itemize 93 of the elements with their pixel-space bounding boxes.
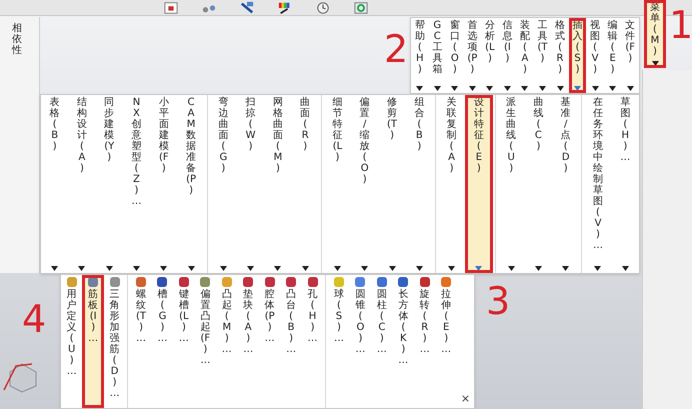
step-number: 4 (22, 300, 46, 338)
caret-icon (416, 266, 423, 271)
caret-icon (538, 86, 546, 91)
caret-icon (247, 266, 254, 271)
menu-item[interactable]: 文件(F) (621, 18, 639, 93)
caret-icon (592, 86, 599, 91)
caret-icon (626, 86, 634, 91)
caret-icon (78, 266, 86, 271)
menu-item[interactable]: 基准/点(D) (552, 95, 580, 273)
caret-icon (574, 86, 582, 91)
menu-item[interactable]: 关联复制(A) (438, 95, 466, 273)
caret-icon (188, 266, 195, 271)
menu-item[interactable]: 细节特征(L) (324, 95, 352, 273)
caret-icon (302, 266, 309, 271)
menu-item[interactable]: 网格曲面(M) (264, 95, 292, 273)
step-number: 2 (384, 30, 408, 68)
menu-item[interactable]: 槽(G)… (152, 275, 174, 408)
caret-icon (334, 266, 341, 271)
menu-item[interactable]: 筋板(I)… (82, 275, 104, 408)
menu-item[interactable]: 键槽(L)… (173, 275, 195, 408)
menu-item[interactable]: 凸起(M)… (216, 275, 238, 408)
menu-item[interactable]: 工具(T) (534, 18, 552, 93)
highlight-frame (644, 0, 666, 68)
menu-item[interactable]: GC工具箱 (428, 18, 446, 93)
menu-item[interactable]: 首选项(P) (464, 18, 482, 93)
step-number: 3 (486, 282, 510, 320)
caret-icon (434, 86, 441, 91)
menu-item[interactable]: 凸台(B)… (280, 275, 302, 408)
menu-item[interactable]: 腔体(P)… (258, 275, 280, 408)
menu-item[interactable]: 曲线(C) (524, 95, 552, 273)
caret-icon (486, 86, 494, 91)
menu-item[interactable]: 拉伸(E)… (435, 275, 457, 408)
menu-item[interactable]: 三角形加强筋(D)… (104, 275, 126, 408)
menu-item[interactable]: 草图(H)… (612, 95, 639, 273)
menu-item[interactable]: 结构设计(A) (68, 95, 96, 273)
menu-item[interactable]: 偏置凸起(F)… (194, 275, 216, 408)
caret-icon (534, 266, 542, 271)
window-icon[interactable] (162, 0, 180, 14)
caret-icon (51, 266, 58, 271)
close-button[interactable]: × (460, 393, 470, 404)
menu-item[interactable]: 帮助(H) (411, 18, 429, 93)
menu-item[interactable]: 垫块(A)… (238, 275, 259, 408)
menu-item[interactable]: 扫掠(W) (236, 95, 264, 273)
caret-icon (475, 266, 482, 271)
navigator-tab[interactable]: 相依性 (12, 23, 22, 56)
menu-item[interactable]: 组合(B) (406, 95, 433, 273)
menu-item[interactable]: 修剪(T) (378, 95, 406, 273)
menu-item[interactable]: 圆锥(O)… (350, 275, 372, 408)
menu-item[interactable]: 同步建模(Y) (96, 95, 123, 273)
menu-item[interactable]: 分析(L) (481, 18, 499, 93)
menu-item[interactable]: 编辑(E) (604, 18, 622, 93)
menu-item[interactable]: 装配(A) (516, 18, 534, 93)
menu-item[interactable]: 螺纹(T)… (130, 275, 152, 408)
caret-icon (451, 86, 458, 91)
caret-icon (106, 266, 113, 271)
menu-item[interactable]: 圆柱(C)… (371, 275, 393, 408)
menu-item[interactable]: 窗口(O) (446, 18, 464, 93)
menu-item[interactable]: 派生曲线(U) (498, 95, 525, 273)
caret-icon (521, 86, 528, 91)
caret-icon (448, 266, 456, 271)
menu-item[interactable]: 格式(R) (551, 18, 569, 93)
menu-item[interactable]: 孔(H)… (302, 275, 324, 408)
menu-item[interactable]: 弯边曲面(G) (210, 95, 237, 273)
menu-item[interactable]: 长方体(K)… (392, 275, 414, 408)
menu-item[interactable]: 旋转(R)… (414, 275, 436, 408)
menu-item[interactable]: 偏置/缩放(O) (351, 95, 378, 273)
caret-icon (622, 266, 629, 271)
caret-icon (556, 86, 564, 91)
menu-item[interactable]: 在任务环境中绘制草图(V)… (584, 95, 612, 273)
caret-icon (468, 86, 476, 91)
caret-icon (274, 266, 282, 271)
caret-icon (508, 266, 515, 271)
caret-icon (562, 266, 570, 271)
caret-icon (416, 86, 424, 91)
menu-item[interactable]: 用户定义(U)… (61, 275, 82, 408)
caret-icon (220, 266, 227, 271)
menu-item[interactable]: 信息(I) (498, 18, 516, 93)
menu-item[interactable]: 曲面(R) (292, 95, 319, 273)
step-number: 1 (669, 6, 692, 44)
menu-item[interactable]: NX 创意塑型(Z)… (122, 95, 150, 273)
caret-icon (388, 266, 396, 271)
menu-item[interactable]: 球(S)… (328, 275, 350, 408)
menu-item[interactable]: 视图(V) (586, 18, 604, 93)
caret-icon (160, 266, 168, 271)
menu-item[interactable]: 表格(B) (41, 95, 68, 273)
caret-icon (504, 86, 511, 91)
caret-icon (361, 266, 368, 271)
caret-icon (132, 266, 140, 271)
menu-item[interactable]: CAM 数据准备(P) (177, 95, 205, 273)
caret-icon (609, 86, 616, 91)
caret-icon (594, 266, 602, 271)
caret-icon (652, 61, 658, 66)
menu-item[interactable]: 小平面建模(F) (150, 95, 178, 273)
